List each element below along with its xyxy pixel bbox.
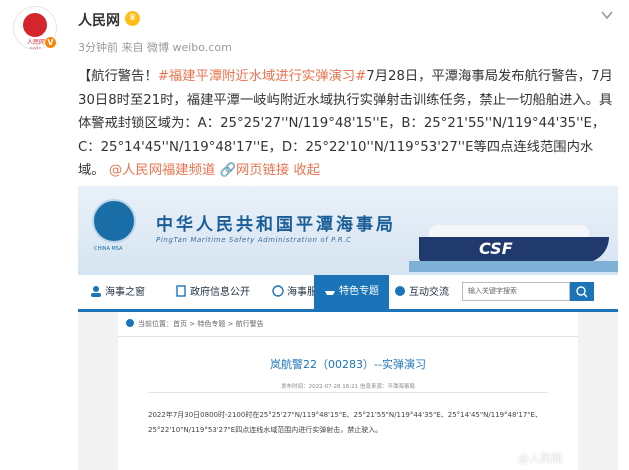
site-navbar: 海事之窗 政府信息公开 海事服务 特色专题 互动交流 输入关键字搜索 xyxy=(78,275,618,312)
weibo-watermark: @人民网 xyxy=(518,452,562,465)
msa-emblem-icon: CHINA MSA xyxy=(92,199,136,252)
emblem-text: CHINA MSA xyxy=(94,246,123,252)
site-title: 中华人民共和国平潭海事局 xyxy=(156,215,396,235)
hashtag-link[interactable]: #福建平潭附近水域进行实弹演习# xyxy=(158,69,366,84)
post-content: 【航行警告！#福建平潭附近水域进行实弹演习#7月28日，平潭海事局发布航行警告，… xyxy=(78,65,618,183)
vip-crown-icon: ♛ xyxy=(125,11,140,26)
attached-image[interactable]: CHINA MSA 中华人民共和国平潭海事局 PingTan Maritime … xyxy=(78,186,618,470)
article-title: 岚航警22（00283）--实弹演习 xyxy=(270,358,426,371)
ship-label: CSF xyxy=(479,239,513,258)
ship-image: CSF xyxy=(409,217,618,272)
divider xyxy=(118,336,578,337)
nav-item-gov-info[interactable]: 政府信息公开 xyxy=(175,284,250,302)
mention-link[interactable]: @人民网福建频道 xyxy=(109,163,215,178)
nav-label: 特色专题 xyxy=(339,286,379,297)
post-intro: 【航行警告！ xyxy=(78,69,158,84)
nav-label: 政府信息公开 xyxy=(190,287,250,298)
search-input[interactable]: 输入关键字搜索 xyxy=(462,282,570,301)
nav-label: 海事之窗 xyxy=(105,287,145,298)
location-pin-icon xyxy=(126,319,134,327)
breadcrumb: 当前位置：首页 > 特色专题 > 航行警告 xyxy=(126,319,264,329)
people-daily-logo-icon xyxy=(23,13,47,37)
article-panel: 当前位置：首页 > 特色专题 > 航行警告 岚航警22（00283）--实弹演习… xyxy=(118,312,578,470)
article-meta: 发布时间：2022-07-28 16:21 信息来源：平潭海事局 xyxy=(281,384,415,390)
web-link[interactable]: 网页链接 xyxy=(236,163,289,178)
nav-item-special[interactable]: 特色专题 xyxy=(314,275,389,309)
post-body: 7月28日，平潭海事局发布航行警告，7月30日8时至21时，福建平潭一岐屿附近水… xyxy=(78,69,613,178)
site-subtitle: PingTan Maritime Safety Administration o… xyxy=(156,236,352,244)
nav-label: 互动交流 xyxy=(409,287,449,298)
collapse-link[interactable]: 收起 xyxy=(293,163,320,178)
verified-badge-icon: V xyxy=(44,36,57,49)
people-icon xyxy=(91,286,101,297)
search-icon[interactable] xyxy=(570,282,594,301)
chat-icon xyxy=(395,286,405,296)
divider xyxy=(148,392,548,393)
article-body: 2022年7月30日0800时-2100时在25°25'27"N/119°48'… xyxy=(148,411,542,434)
site-banner: CHINA MSA 中华人民共和国平潭海事局 PingTan Maritime … xyxy=(78,186,618,275)
nav-item-window[interactable]: 海事之窗 xyxy=(90,284,145,302)
ship-icon xyxy=(325,291,335,295)
service-icon xyxy=(272,285,284,297)
chevron-down-icon[interactable] xyxy=(600,8,614,22)
breadcrumb-text: 当前位置：首页 > 特色专题 > 航行警告 xyxy=(138,320,264,328)
document-icon xyxy=(176,285,186,297)
post-header: 人民网 people.cn V 人民网 ♛ 3分钟前 来自 微博 weibo.c… xyxy=(0,0,629,60)
username[interactable]: 人民网 xyxy=(78,10,120,30)
post-meta: 3分钟前 来自 微博 weibo.com xyxy=(78,41,232,54)
nav-item-interact[interactable]: 互动交流 xyxy=(394,284,449,302)
web-link-icon[interactable]: 🔗 xyxy=(219,163,236,178)
